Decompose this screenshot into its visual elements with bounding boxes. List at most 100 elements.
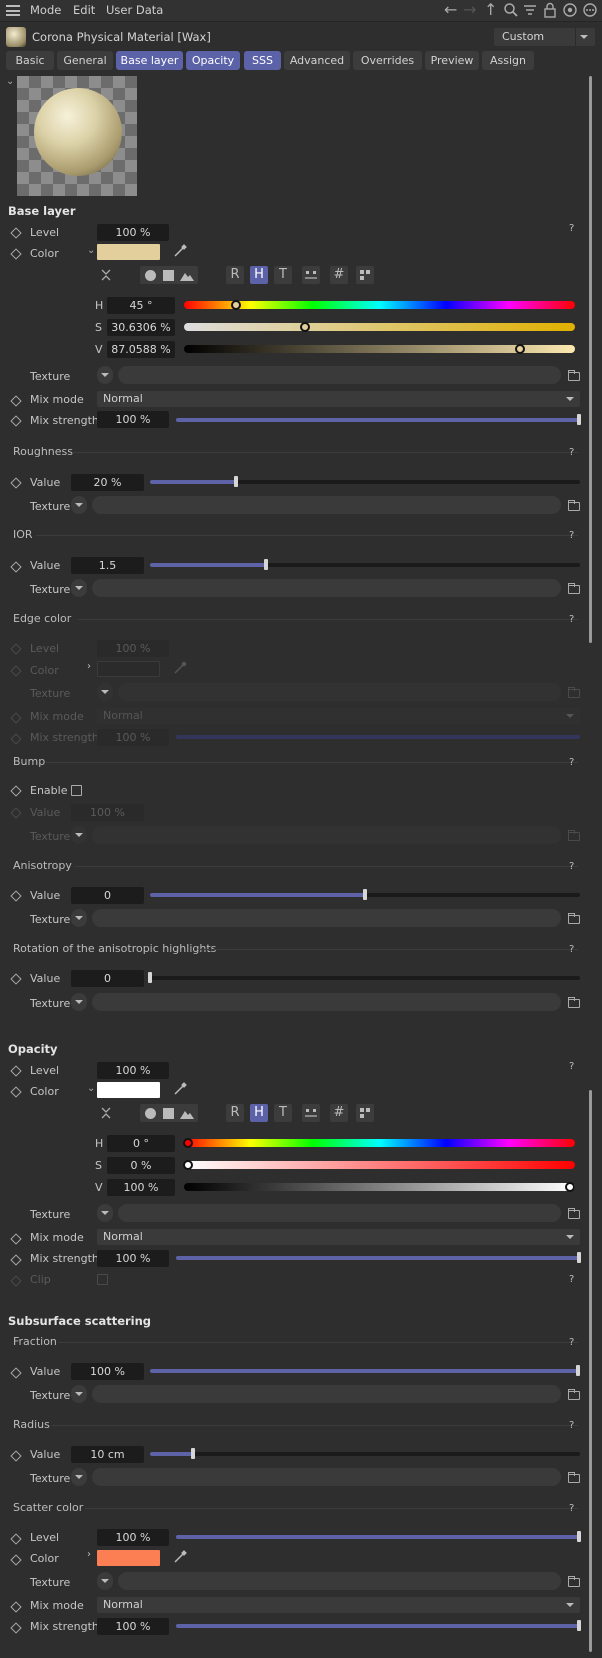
rgb-mode-button[interactable]: R — [226, 266, 244, 284]
menu-edit[interactable]: Edit — [73, 3, 95, 17]
keyframe-diamond-icon[interactable] — [10, 1367, 22, 1379]
scatter-texture-slot[interactable] — [118, 1572, 561, 1590]
slider-handle[interactable] — [577, 414, 581, 425]
base-color-swatch[interactable] — [97, 244, 160, 260]
chevron-right-icon[interactable]: › — [87, 661, 91, 672]
opacity-value-slider[interactable] — [184, 1183, 575, 1191]
help-icon[interactable]: ? — [569, 530, 574, 541]
tab-base-layer[interactable]: Base layer — [116, 51, 183, 70]
base-texture-dropdown[interactable] — [97, 366, 113, 384]
fraction-texture-slot[interactable] — [92, 1385, 561, 1403]
anisotropy-texture-slot[interactable] — [92, 909, 561, 927]
keyframe-diamond-icon[interactable] — [10, 890, 22, 902]
slider-handle[interactable] — [577, 1620, 581, 1631]
folder-icon[interactable] — [568, 1208, 580, 1219]
help-icon[interactable]: ? — [569, 944, 574, 955]
keyframe-diamond-icon[interactable] — [10, 1533, 22, 1545]
roughness-texture-slot[interactable] — [92, 496, 561, 514]
slider-handle[interactable] — [576, 1365, 580, 1376]
temperature-mode-button[interactable]: T — [274, 1104, 292, 1122]
folder-icon[interactable] — [568, 913, 580, 924]
chevron-down-icon[interactable]: ⌄ — [87, 245, 95, 256]
bump-enable-checkbox[interactable] — [71, 785, 82, 796]
folder-icon[interactable] — [568, 583, 580, 594]
opacity-mix-mode-dropdown[interactable]: Normal — [97, 1229, 580, 1245]
anisotropy-value-field[interactable]: 0 — [71, 887, 144, 904]
help-icon[interactable]: ? — [569, 1337, 574, 1348]
base-hue-slider[interactable] — [184, 301, 575, 309]
eyedropper-icon[interactable] — [173, 1550, 187, 1564]
chevron-right-icon[interactable]: › — [87, 1549, 91, 1560]
swatches-mode-button[interactable] — [356, 266, 374, 284]
hex-mode-button[interactable]: # — [330, 266, 348, 284]
rgb-mode-button[interactable]: R — [226, 1104, 244, 1122]
keyframe-diamond-icon[interactable] — [10, 561, 22, 573]
folder-icon[interactable] — [568, 370, 580, 381]
slider-handle[interactable] — [191, 1448, 195, 1459]
eyedropper-icon[interactable] — [173, 1082, 187, 1096]
scatter-mix-strength-field[interactable]: 100 % — [97, 1618, 169, 1635]
folder-icon[interactable] — [568, 1389, 580, 1400]
anisotropy-texture-dropdown[interactable] — [71, 909, 87, 927]
ior-texture-slot[interactable] — [92, 579, 561, 597]
mixer-mode-button[interactable] — [302, 1104, 320, 1122]
up-arrow-icon[interactable]: ↑ — [484, 2, 500, 18]
keyframe-diamond-icon[interactable] — [10, 1450, 22, 1462]
opacity-mix-strength-field[interactable]: 100 % — [97, 1250, 169, 1267]
scrollbar-top[interactable] — [589, 76, 592, 643]
folder-icon[interactable] — [568, 1576, 580, 1587]
help-icon[interactable]: ? — [569, 1274, 574, 1285]
filter-icon[interactable] — [522, 2, 538, 18]
search-icon[interactable] — [503, 2, 519, 18]
keyframe-diamond-icon[interactable] — [10, 1622, 22, 1634]
keyframe-diamond-icon[interactable] — [10, 1233, 22, 1245]
slider-handle[interactable] — [148, 972, 152, 983]
opacity-texture-dropdown[interactable] — [97, 1204, 113, 1222]
circle-shape-icon[interactable] — [145, 1108, 156, 1119]
fraction-value-field[interactable]: 100 % — [71, 1363, 144, 1380]
ior-value-field[interactable]: 1.5 — [71, 557, 144, 574]
preview-shape-group[interactable] — [140, 266, 198, 284]
menu-mode[interactable]: Mode — [30, 3, 61, 17]
roughness-texture-dropdown[interactable] — [71, 496, 87, 514]
folder-icon[interactable] — [568, 1472, 580, 1483]
keyframe-diamond-icon[interactable] — [10, 248, 22, 260]
fraction-texture-dropdown[interactable] — [71, 1385, 87, 1403]
swatches-mode-button[interactable] — [356, 1104, 374, 1122]
keyframe-diamond-icon[interactable] — [10, 1601, 22, 1613]
chevron-down-icon[interactable]: ⌄ — [6, 76, 14, 87]
lock-icon[interactable] — [542, 2, 558, 18]
scatter-color-swatch[interactable] — [97, 1550, 160, 1566]
help-icon[interactable]: ? — [569, 861, 574, 872]
keyframe-diamond-icon[interactable] — [10, 1254, 22, 1266]
opacity-value-knob[interactable] — [565, 1182, 575, 1192]
keyframe-diamond-icon[interactable] — [10, 227, 22, 239]
rotation-texture-dropdown[interactable] — [71, 993, 87, 1011]
opacity-level-field[interactable]: 100 % — [97, 1062, 169, 1079]
slider-handle[interactable] — [234, 476, 238, 487]
opacity-color-swatch[interactable] — [97, 1082, 160, 1098]
keyframe-diamond-icon[interactable] — [10, 1086, 22, 1098]
hsv-mode-button[interactable]: H — [250, 266, 268, 284]
slider-handle[interactable] — [264, 559, 268, 570]
circle-shape-icon[interactable] — [145, 270, 156, 281]
radius-texture-slot[interactable] — [92, 1468, 561, 1486]
tab-sss[interactable]: SSS — [244, 51, 281, 70]
help-icon[interactable]: ? — [569, 614, 574, 625]
radius-value-field[interactable]: 10 cm — [71, 1446, 144, 1463]
keyframe-diamond-icon[interactable] — [10, 395, 22, 407]
keyframe-diamond-icon[interactable] — [10, 415, 22, 427]
radius-slider[interactable] — [150, 1452, 580, 1456]
scatter-texture-dropdown[interactable] — [97, 1572, 113, 1590]
preview-shape-group[interactable] — [140, 1104, 198, 1122]
square-shape-icon[interactable] — [163, 270, 174, 281]
ior-texture-dropdown[interactable] — [71, 579, 87, 597]
opacity-hue-knob[interactable] — [183, 1138, 193, 1148]
base-v-field[interactable]: 87.0588 % — [107, 341, 175, 358]
hex-mode-button[interactable]: # — [330, 1104, 348, 1122]
tab-general[interactable]: General — [57, 51, 113, 70]
square-shape-icon[interactable] — [163, 1108, 174, 1119]
mixer-mode-button[interactable] — [302, 266, 320, 284]
opacity-mix-strength-slider[interactable] — [176, 1256, 579, 1260]
base-saturation-slider[interactable] — [184, 323, 575, 331]
